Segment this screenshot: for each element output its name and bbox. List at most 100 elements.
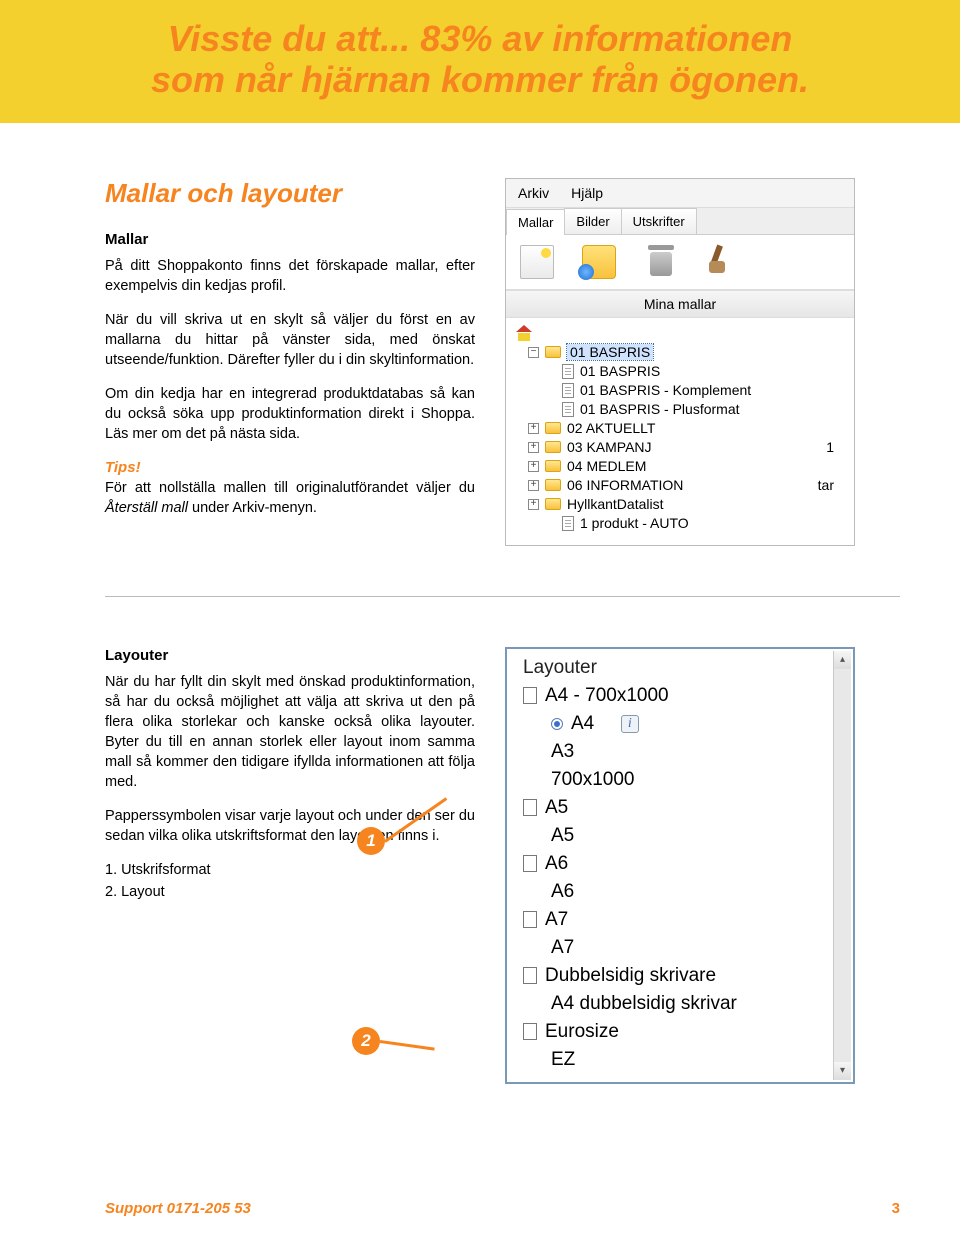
tree-label: HyllkantDatalist bbox=[567, 496, 663, 512]
tab-bar: Mallar Bilder Utskrifter bbox=[506, 208, 854, 235]
layout-label: A4 - 700x1000 bbox=[545, 685, 669, 707]
tips-label: Tips! bbox=[105, 459, 141, 476]
tab-bilder[interactable]: Bilder bbox=[564, 208, 621, 234]
text-column-1: Mallar och layouter Mallar På ditt Shopp… bbox=[105, 178, 475, 546]
numbered-list: 1. Utskrifsformat 2. Layout bbox=[105, 860, 475, 904]
folder-icon bbox=[545, 460, 561, 472]
panel-title: Mina mallar bbox=[506, 290, 854, 318]
layout-label: A4 dubbelsidig skrivar bbox=[551, 993, 737, 1015]
layout-row[interactable]: A5 bbox=[517, 822, 843, 850]
layout-label: Eurosize bbox=[545, 1021, 619, 1043]
layout-row[interactable]: A6 bbox=[517, 850, 843, 878]
layout-row[interactable]: A5 bbox=[517, 794, 843, 822]
layout-row[interactable]: A7 bbox=[517, 934, 843, 962]
layout-label: A6 bbox=[545, 853, 568, 875]
layout-row[interactable]: A6 bbox=[517, 878, 843, 906]
layout-row[interactable]: A3 bbox=[517, 738, 843, 766]
tree-label: 06 INFORMATION bbox=[567, 477, 683, 493]
panel-heading: Layouter bbox=[517, 657, 843, 679]
layout-row[interactable]: A7 bbox=[517, 906, 843, 934]
layout-row[interactable]: A4 dubbelsidig skrivar bbox=[517, 990, 843, 1018]
tree-label: 01 BASPRIS - Komplement bbox=[580, 382, 751, 398]
tree-folder[interactable]: +02 AKTUELLT bbox=[516, 419, 844, 438]
tree-label: 01 BASPRIS bbox=[580, 363, 660, 379]
folder-icon bbox=[545, 346, 561, 358]
expand-icon[interactable]: + bbox=[528, 480, 539, 491]
text-column-2: Layouter När du har fyllt din skylt med … bbox=[105, 647, 475, 1084]
paper-icon bbox=[523, 855, 537, 872]
brush-icon[interactable] bbox=[706, 245, 736, 275]
paper-icon bbox=[523, 1023, 537, 1040]
tree-label: 01 BASPRIS - Plusformat bbox=[580, 401, 740, 417]
trash-icon[interactable] bbox=[644, 245, 678, 279]
new-doc-icon[interactable] bbox=[520, 245, 554, 279]
doc-icon bbox=[562, 383, 574, 398]
tree-home[interactable] bbox=[516, 326, 844, 343]
tips-text-b: under Arkiv-menyn. bbox=[188, 500, 317, 516]
expand-icon[interactable]: + bbox=[528, 461, 539, 472]
paragraph: När du vill skriva ut en skylt så väljer… bbox=[105, 310, 475, 370]
layout-label: Dubbelsidig skrivare bbox=[545, 965, 716, 987]
scroll-down-icon[interactable]: ▾ bbox=[834, 1062, 851, 1080]
paragraph: Om din kedja har en integrerad produktda… bbox=[105, 384, 475, 444]
paper-icon bbox=[523, 687, 537, 704]
expand-icon[interactable]: + bbox=[528, 423, 539, 434]
layout-row[interactable]: 700x1000 bbox=[517, 766, 843, 794]
open-folder-icon[interactable] bbox=[582, 245, 616, 279]
layout-label: A3 bbox=[551, 741, 574, 763]
tree-folder[interactable]: + HyllkantDatalist bbox=[516, 495, 844, 514]
tree-label: 1 produkt - AUTO bbox=[580, 515, 689, 531]
folder-icon bbox=[545, 479, 561, 491]
layout-row[interactable]: A4 - 700x1000 bbox=[517, 682, 843, 710]
tab-mallar[interactable]: Mallar bbox=[506, 209, 565, 235]
collapse-icon[interactable]: − bbox=[528, 347, 539, 358]
layout-row-selected[interactable]: A4 i bbox=[517, 710, 843, 738]
expand-icon[interactable]: + bbox=[528, 499, 539, 510]
tree-folder[interactable]: +06 INFORMATIONtar bbox=[516, 476, 844, 495]
layout-label: A7 bbox=[551, 937, 574, 959]
tips-block: Tips! För att nollställa mallen till ori… bbox=[105, 458, 475, 519]
folder-icon bbox=[545, 422, 561, 434]
tree-item[interactable]: 01 BASPRIS bbox=[516, 362, 844, 381]
banner-line1: Visste du att... 83% av informationen bbox=[168, 18, 793, 59]
section-title: Mallar och layouter bbox=[105, 178, 475, 209]
paragraph: När du har fyllt din skylt med önskad pr… bbox=[105, 672, 475, 792]
tree-item[interactable]: 1 produkt - AUTO bbox=[516, 514, 844, 533]
layout-label: A4 bbox=[571, 713, 594, 735]
side-text: 1 bbox=[826, 439, 834, 455]
tree-label: 02 AKTUELLT bbox=[567, 420, 655, 436]
app-screenshot-mallar: Arkiv Hjälp Mallar Bilder Utskrifter Min… bbox=[505, 178, 855, 546]
tree-item[interactable]: 01 BASPRIS - Komplement bbox=[516, 381, 844, 400]
tips-italic: Återställ mall bbox=[105, 500, 188, 516]
expand-icon[interactable]: + bbox=[528, 442, 539, 453]
layout-label: EZ bbox=[551, 1049, 575, 1071]
folder-icon bbox=[545, 498, 561, 510]
layout-label: A7 bbox=[545, 909, 568, 931]
tab-utskrifter[interactable]: Utskrifter bbox=[621, 208, 697, 234]
folder-icon bbox=[545, 441, 561, 453]
tree-folder[interactable]: − 01 BASPRIS bbox=[516, 343, 844, 362]
tree-label: 03 KAMPANJ bbox=[567, 439, 652, 455]
tree-folder[interactable]: +03 KAMPANJ 1 bbox=[516, 438, 844, 457]
menu-hjalp[interactable]: Hjälp bbox=[571, 185, 603, 201]
layout-row[interactable]: EZ bbox=[517, 1046, 843, 1074]
info-icon[interactable]: i bbox=[621, 715, 639, 733]
layout-row[interactable]: Dubbelsidig skrivare bbox=[517, 962, 843, 990]
doc-icon bbox=[562, 516, 574, 531]
callout-badge-1: 1 bbox=[357, 827, 385, 855]
paper-icon bbox=[523, 967, 537, 984]
layouter-panel: ▴ ▾ Layouter A4 - 700x1000 A4 i A3 700x1… bbox=[505, 647, 855, 1084]
list-item-1: 1. Utskrifsformat bbox=[105, 860, 475, 882]
layout-row[interactable]: Eurosize bbox=[517, 1018, 843, 1046]
toolbar bbox=[506, 235, 854, 290]
tree: − 01 BASPRIS 01 BASPRIS 01 BASPRIS - Komp… bbox=[506, 318, 854, 545]
tree-item[interactable]: 01 BASPRIS - Plusformat bbox=[516, 400, 844, 419]
layout-label: A5 bbox=[551, 825, 574, 847]
heading-mallar: Mallar bbox=[105, 231, 475, 248]
scroll-up-icon[interactable]: ▴ bbox=[834, 651, 851, 669]
tree-label: 01 BASPRIS bbox=[567, 344, 653, 360]
paper-icon bbox=[523, 911, 537, 928]
scrollbar[interactable]: ▴ ▾ bbox=[833, 651, 851, 1080]
menu-arkiv[interactable]: Arkiv bbox=[518, 185, 549, 201]
tree-folder[interactable]: +04 MEDLEM bbox=[516, 457, 844, 476]
